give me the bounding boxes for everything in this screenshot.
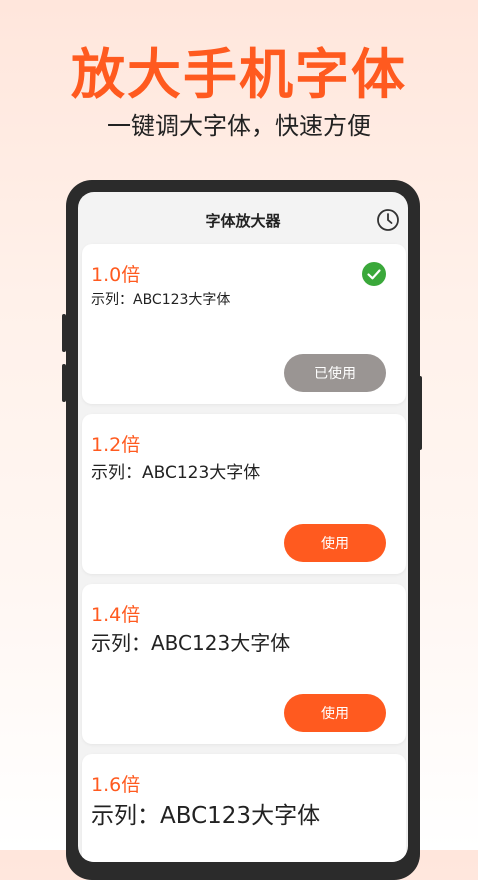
app-bar: 字体放大器: [78, 192, 408, 248]
sample-text: 示列：ABC123大字体: [91, 292, 231, 308]
promo-headline: 放大手机字体: [71, 43, 407, 106]
use-button[interactable]: 使用: [284, 524, 386, 562]
scale-card-1.0[interactable]: 1.0倍 示列：ABC123大字体 已使用: [82, 244, 406, 404]
promo-subline: 一键调大字体，快速方便: [107, 112, 371, 140]
app-title: 字体放大器: [205, 212, 281, 230]
sample-text: 示列：ABC123大字体: [91, 631, 291, 655]
sample-text: 示列：ABC123大字体: [91, 463, 261, 483]
scale-label: 1.0倍: [91, 264, 141, 286]
scale-label: 1.2倍: [91, 434, 141, 456]
app-screen: 字体放大器 1.0倍 示列：ABC123大字体 已使用 1.2倍 示列：ABC1…: [78, 192, 408, 862]
scale-card-1.4[interactable]: 1.4倍 示列：ABC123大字体 使用: [82, 584, 406, 744]
scale-card-1.2[interactable]: 1.2倍 示列：ABC123大字体 使用: [82, 414, 406, 574]
scale-label: 1.6倍: [91, 774, 141, 796]
used-button[interactable]: 已使用: [284, 354, 386, 392]
sample-text: 示列：ABC123大字体: [91, 803, 321, 829]
volume-down-button: [62, 364, 66, 402]
history-clock-icon[interactable]: [376, 208, 400, 232]
use-button[interactable]: 使用: [284, 694, 386, 732]
volume-up-button: [62, 314, 66, 352]
scale-card-1.6[interactable]: 1.6倍 示列：ABC123大字体 使用: [82, 754, 406, 862]
check-icon: [362, 262, 386, 286]
power-button: [418, 376, 422, 450]
scale-label: 1.4倍: [91, 604, 141, 626]
